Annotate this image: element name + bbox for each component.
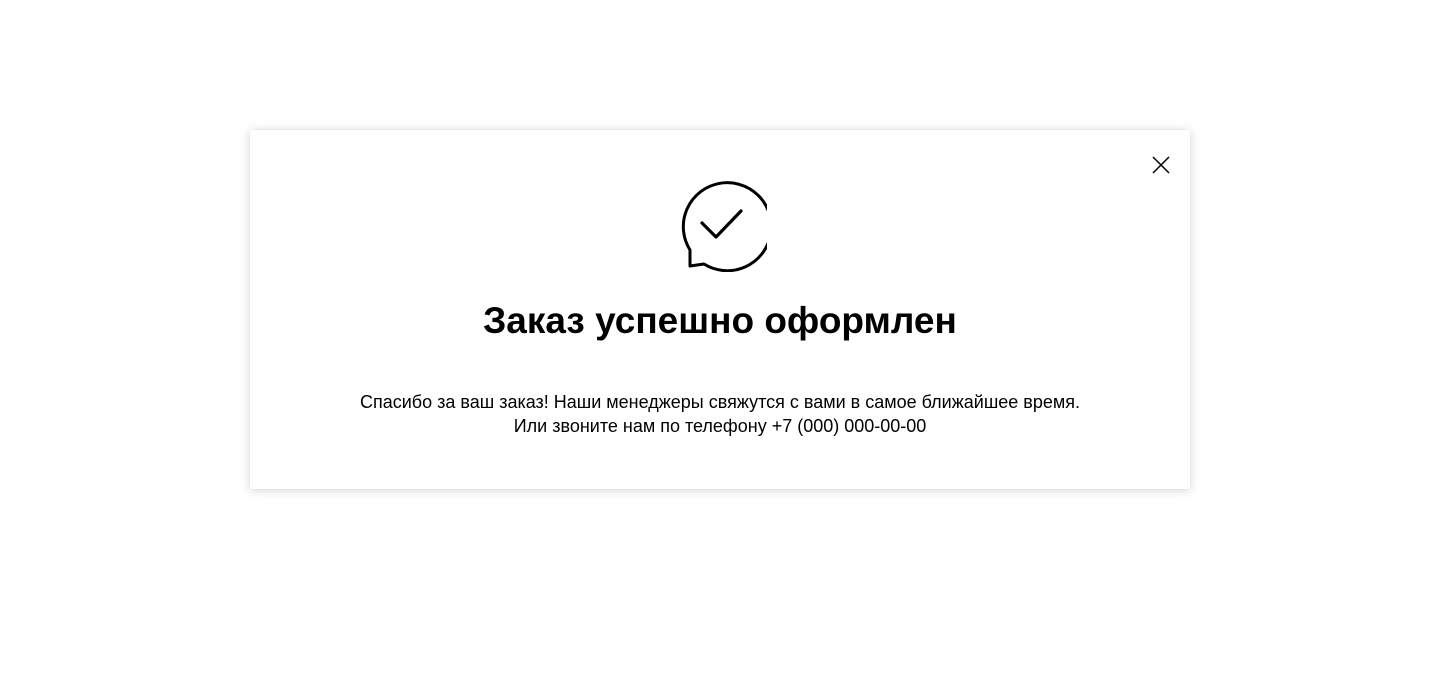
message-line-phone: Или звоните нам по телефону +7 (000) 000… <box>513 416 927 436</box>
chat-bubble-check-icon <box>673 178 767 272</box>
close-button[interactable] <box>1150 154 1172 176</box>
modal-message: Спасибо за ваш заказ! Наши менеджеры свя… <box>250 390 1190 438</box>
close-icon <box>1152 156 1170 174</box>
message-line-thanks: Спасибо за ваш заказ! Наши менеджеры свя… <box>359 392 1080 412</box>
order-success-modal: Заказ успешно оформлен Спасибо за ваш за… <box>250 130 1190 489</box>
modal-title: Заказ успешно оформлен <box>483 300 957 341</box>
